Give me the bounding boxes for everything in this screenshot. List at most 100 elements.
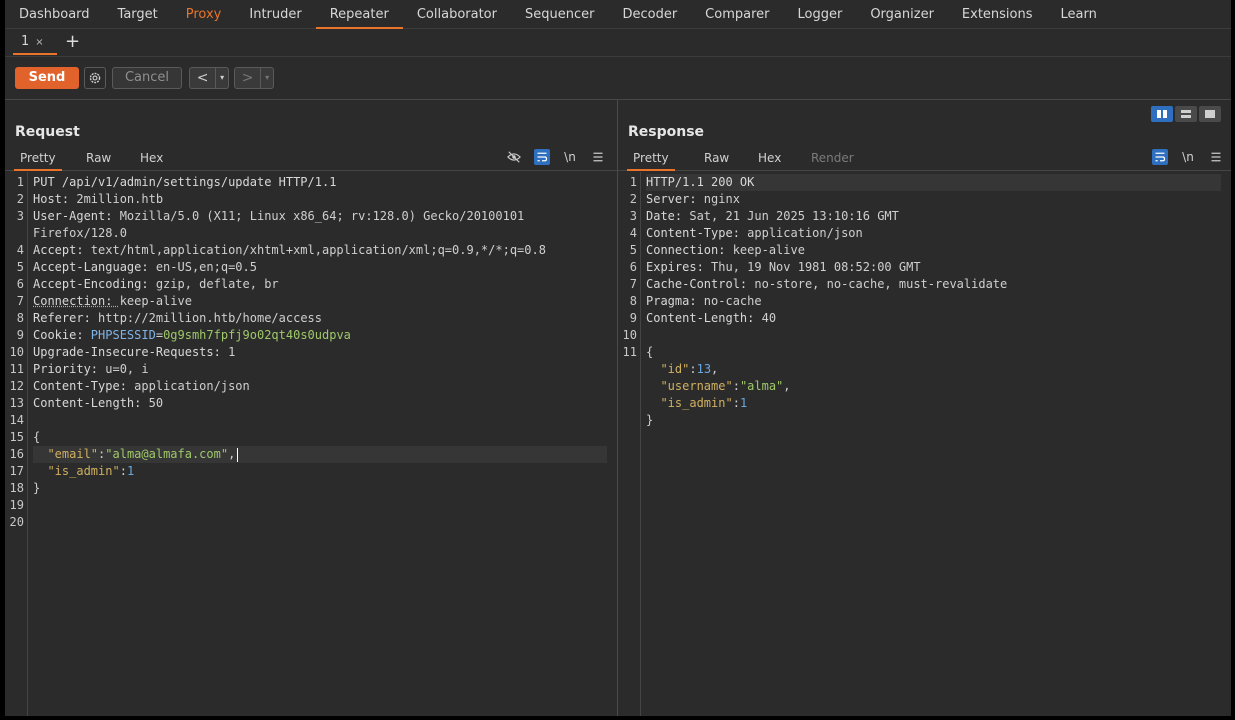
header-name: User-Agent: xyxy=(33,209,120,223)
request-tab-raw[interactable]: Raw xyxy=(86,146,111,170)
wrap-icon[interactable] xyxy=(534,149,550,165)
line-content: "username":"alma", xyxy=(646,378,1221,395)
editor-line[interactable]: 10 xyxy=(618,327,1231,344)
editor-line[interactable]: "username":"alma", xyxy=(618,378,1231,395)
repeater-tab-1[interactable]: 1 × xyxy=(13,31,57,55)
tab-dashboard[interactable]: Dashboard xyxy=(5,2,104,28)
line-content: Accept: text/html,application/xhtml+xml,… xyxy=(33,242,607,259)
editor-line[interactable]: 6 Expires: Thu, 19 Nov 1981 08:52:00 GMT xyxy=(618,259,1231,276)
close-icon[interactable]: × xyxy=(35,37,43,48)
editor-line[interactable]: 15 { xyxy=(5,429,617,446)
editor-line[interactable]: 12 Content-Type: application/json xyxy=(5,378,617,395)
tab-proxy[interactable]: Proxy xyxy=(172,2,236,28)
add-tab-button[interactable]: + xyxy=(65,31,80,53)
editor-line[interactable]: 4 Accept: text/html,application/xhtml+xml… xyxy=(5,242,617,259)
editor-line[interactable]: 17 "is_admin":1 xyxy=(5,463,617,480)
eye-slash-icon[interactable] xyxy=(506,149,522,165)
editor-line[interactable]: 11 { xyxy=(618,344,1231,361)
header-name: Connection: xyxy=(33,294,120,308)
settings-button[interactable] xyxy=(84,67,106,89)
editor-line[interactable]: 10 Upgrade-Insecure-Requests: 1 xyxy=(5,344,617,361)
tab-collaborator[interactable]: Collaborator xyxy=(403,2,511,28)
next-request-button[interactable]: > ▾ xyxy=(234,67,274,89)
editor-line[interactable]: 2 Host: 2million.htb xyxy=(5,191,617,208)
editor-line[interactable]: 1 PUT /api/v1/admin/settings/update HTTP/… xyxy=(5,174,617,191)
editor-line[interactable]: Firefox/128.0 xyxy=(5,225,617,242)
header-value: no-store, no-cache, must-revalidate xyxy=(754,277,1008,291)
json-comma: , xyxy=(783,379,791,393)
single-layout-button[interactable] xyxy=(1199,106,1221,122)
back-arrow[interactable]: < xyxy=(190,68,217,88)
previous-request-button[interactable]: < ▾ xyxy=(189,67,229,89)
json-brace: } xyxy=(33,481,41,495)
forward-arrow[interactable]: > xyxy=(235,68,262,88)
editor-line[interactable]: 7 Cache-Control: no-store, no-cache, must… xyxy=(618,276,1231,293)
response-tab-pretty[interactable]: Pretty xyxy=(627,146,675,171)
forward-dropdown-icon[interactable]: ▾ xyxy=(261,68,273,88)
editor-line[interactable]: 7 Connection: keep-alive xyxy=(5,293,617,310)
request-tab-pretty[interactable]: Pretty xyxy=(14,146,62,171)
editor-line[interactable]: 3 Date: Sat, 21 Jun 2025 13:10:16 GMT xyxy=(618,208,1231,225)
editor-line[interactable]: 9 Cookie: PHPSESSID=0g9smh7fpfj9o02qt40s0… xyxy=(5,327,617,344)
editor-line[interactable]: "is_admin":1 xyxy=(618,395,1231,412)
editor-line[interactable]: 18} xyxy=(5,480,617,497)
line-number: 1 xyxy=(629,175,637,189)
editor-line[interactable]: 8 Pragma: no-cache xyxy=(618,293,1231,310)
editor-line[interactable]: 1 HTTP/1.1 200 OK xyxy=(618,174,1231,191)
header-name: Date: xyxy=(646,209,690,223)
editor-line[interactable]: } xyxy=(618,412,1231,429)
request-title: Request xyxy=(15,124,80,140)
line-content: Content-Type: application/json xyxy=(646,225,1221,242)
tab-intruder[interactable]: Intruder xyxy=(235,2,315,28)
editor-line[interactable]: 5 Accept-Language: en-US,en;q=0.5 xyxy=(5,259,617,276)
back-dropdown-icon[interactable]: ▾ xyxy=(216,68,228,88)
editor-line[interactable]: 14 xyxy=(5,412,617,429)
editor-line[interactable]: 9 Content-Length: 40 xyxy=(618,310,1231,327)
response-tab-hex[interactable]: Hex xyxy=(758,146,781,170)
tab-logger[interactable]: Logger xyxy=(784,2,857,28)
menu-icon[interactable] xyxy=(590,149,606,165)
editor-line[interactable]: 8 Referer: http://2million.htb/home/acces… xyxy=(5,310,617,327)
editor-line[interactable]: 5 Connection: keep-alive xyxy=(618,242,1231,259)
tab-decoder[interactable]: Decoder xyxy=(608,2,691,28)
editor-line[interactable]: 6 Accept-Encoding: gzip, deflate, br xyxy=(5,276,617,293)
editor-line[interactable]: 16 "email":"alma@almafa.com", xyxy=(5,446,617,463)
editor-line[interactable]: 13 Content-Length: 50 xyxy=(5,395,617,412)
line-content: Firefox/128.0 xyxy=(33,225,607,242)
stacked-layout-button[interactable] xyxy=(1175,106,1197,122)
tab-target[interactable]: Target xyxy=(104,2,172,28)
newline-icon[interactable]: \n xyxy=(562,149,578,165)
response-tab-render[interactable]: Render xyxy=(811,146,854,170)
newline-icon[interactable]: \n xyxy=(1180,149,1196,165)
tab-extensions[interactable]: Extensions xyxy=(948,2,1047,28)
cancel-button[interactable]: Cancel xyxy=(112,67,182,89)
tab-sequencer[interactable]: Sequencer xyxy=(511,2,608,28)
side-by-side-layout-button[interactable] xyxy=(1151,106,1173,122)
editor-line[interactable]: 20 xyxy=(5,514,617,531)
line-content: Host: 2million.htb xyxy=(33,191,607,208)
editor-line[interactable]: 19 xyxy=(5,497,617,514)
editor-line[interactable]: 4 Content-Type: application/json xyxy=(618,225,1231,242)
request-tab-hex[interactable]: Hex xyxy=(140,146,163,170)
tab-organizer[interactable]: Organizer xyxy=(856,2,948,28)
editor-line[interactable]: 3 User-Agent: Mozilla/5.0 (X11; Linux x86… xyxy=(5,208,617,225)
editor-line[interactable]: 11 Priority: u=0, i xyxy=(5,361,617,378)
line-content: Connection: keep-alive xyxy=(33,293,607,310)
tab-comparer[interactable]: Comparer xyxy=(691,2,783,28)
send-button[interactable]: Send xyxy=(15,67,79,89)
line-content: Referer: http://2million.htb/home/access xyxy=(33,310,607,327)
menu-icon[interactable] xyxy=(1208,149,1224,165)
json-colon: : xyxy=(732,379,740,393)
line-number: 3 xyxy=(629,209,637,223)
tab-learn[interactable]: Learn xyxy=(1047,2,1111,28)
line-content: User-Agent: Mozilla/5.0 (X11; Linux x86_… xyxy=(33,208,607,225)
request-editor[interactable]: 1 PUT /api/v1/admin/settings/update HTTP/… xyxy=(5,172,617,716)
tab-repeater[interactable]: Repeater xyxy=(315,2,403,29)
editor-line[interactable]: "id":13, xyxy=(618,361,1231,378)
wrap-icon[interactable] xyxy=(1152,149,1168,165)
response-tab-raw[interactable]: Raw xyxy=(704,146,729,170)
response-editor[interactable]: 1 HTTP/1.1 200 OK 2 Server: nginx 3 Date: Sat… xyxy=(618,172,1231,716)
line-number: 17 xyxy=(9,464,24,478)
editor-line[interactable]: 2 Server: nginx xyxy=(618,191,1231,208)
